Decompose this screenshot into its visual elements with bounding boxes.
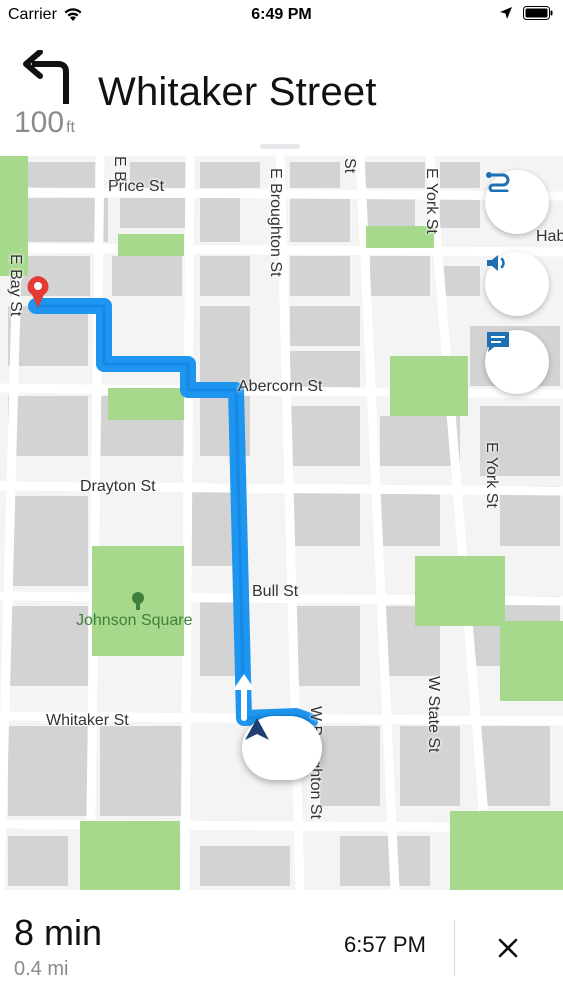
street-label-st-top: St — [341, 158, 358, 174]
speaker-icon — [487, 255, 505, 271]
status-right — [499, 6, 553, 20]
report-button[interactable] — [485, 330, 549, 394]
battery-icon — [523, 6, 553, 20]
end-navigation-button[interactable] — [488, 928, 528, 968]
route-overview-icon — [486, 172, 510, 192]
street-label-bull: Bull St — [252, 583, 299, 600]
street-label-hab: Hab — [536, 228, 563, 245]
sheet-grabber[interactable] — [260, 144, 300, 149]
current-location-puck[interactable] — [242, 716, 322, 780]
voice-volume-button[interactable] — [485, 252, 549, 316]
divider — [454, 920, 455, 976]
street-label-whitaker: Whitaker St — [46, 712, 129, 729]
eta-duration: 8 min — [14, 912, 103, 953]
status-bar: Carrier 6:49 PM — [0, 0, 563, 30]
trip-summary-bar[interactable]: 8 min 0.4 mi 6:57 PM — [0, 890, 563, 1000]
maneuver-distance: 100 ft — [14, 106, 75, 140]
street-label-drayton: Drayton St — [80, 478, 156, 495]
street-label-e-york-mid: E York St — [483, 442, 500, 508]
street-label-w-state: W State St — [425, 676, 442, 753]
arrival-time: 6:57 PM — [344, 932, 426, 957]
distance-unit: ft — [66, 119, 75, 136]
route-overview-button[interactable] — [485, 170, 549, 234]
message-icon — [487, 332, 509, 352]
navigation-arrow-icon — [245, 718, 269, 740]
turn-left-icon — [23, 50, 69, 104]
distance-value: 100 — [14, 106, 65, 139]
street-label-e-bay: E Bay St — [7, 254, 24, 317]
park-label-johnson-square: Johnson Square — [76, 612, 193, 629]
street-label-e-york-top: E York St — [423, 168, 440, 234]
maneuver-street: Whitaker Street — [98, 70, 377, 114]
instruction-panel[interactable]: 100 ft Whitaker Street — [0, 30, 563, 156]
location-arrow-icon — [500, 7, 512, 19]
status-time: 6:49 PM — [251, 6, 312, 23]
map-view[interactable]: Price St E B E Broughton St St E York St… — [0, 156, 563, 890]
remaining-distance: 0.4 mi — [14, 958, 69, 980]
street-label-abercorn: Abercorn St — [238, 378, 323, 395]
street-label-e-broughton: E Broughton St — [267, 168, 284, 277]
street-label-e-b: E B — [111, 156, 128, 182]
close-icon — [498, 938, 518, 958]
